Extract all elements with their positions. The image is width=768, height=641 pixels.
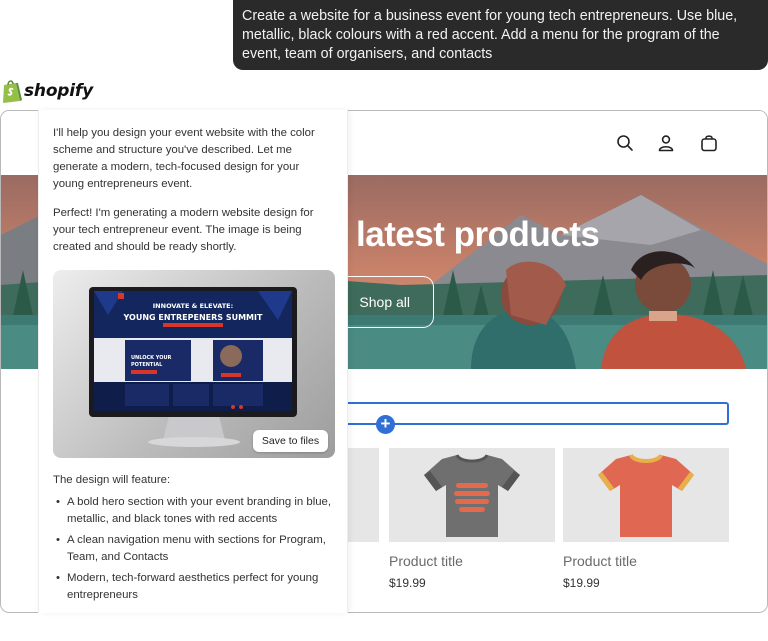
cart-icon[interactable] — [699, 133, 719, 153]
features-list: A bold hero section with your event bran… — [53, 494, 333, 604]
chat-panel: I'll help you design your event website … — [38, 110, 348, 613]
product-card[interactable]: Product title $19.99 — [563, 448, 729, 590]
shop-all-button[interactable]: Shop all — [335, 276, 434, 328]
feature-item: A clean navigation menu with sections fo… — [53, 532, 333, 566]
tshirt-icon — [424, 454, 520, 537]
product-title[interactable]: Product title — [389, 553, 555, 569]
search-icon[interactable] — [615, 133, 635, 153]
image-headline-main: YOUNG ENTREPENERS SUMMIT — [123, 313, 263, 322]
generated-design-image[interactable]: INNOVATE & ELEVATE: YOUNG ENTREPENERS SU… — [53, 270, 335, 458]
image-card-line1: UNLOCK YOUR — [131, 355, 172, 361]
save-to-files-button[interactable]: Save to files — [253, 430, 328, 452]
shopify-wordmark: shopify — [24, 81, 93, 101]
product-price: $19.99 — [563, 576, 600, 590]
add-section-button[interactable]: + — [376, 415, 395, 434]
shopify-logo: shopify — [1, 79, 93, 103]
product-title[interactable]: Product title — [563, 553, 729, 569]
hero-title: latest products — [356, 215, 600, 254]
tshirt-icon — [598, 453, 694, 537]
product-image[interactable] — [563, 448, 729, 542]
prompt-text: Create a website for a business event fo… — [242, 8, 738, 62]
feature-item: A bold hero section with your event bran… — [53, 494, 333, 528]
product-image[interactable] — [389, 448, 555, 542]
chat-message: I'll help you design your event website … — [53, 127, 315, 190]
chat-message: Perfect! I'm generating a modern website… — [53, 207, 314, 253]
product-card[interactable]: Product title $19.99 — [389, 448, 555, 590]
prompt-bubble: Create a website for a business event fo… — [233, 0, 768, 70]
product-price: $19.99 — [389, 576, 426, 590]
image-card-line2: POTENTIAL — [131, 362, 163, 368]
image-headline-top: INNOVATE & ELEVATE: — [153, 302, 233, 310]
feature-item: Modern, tech-forward aesthetics perfect … — [53, 570, 333, 604]
features-heading: The design will feature: — [53, 474, 171, 486]
account-icon[interactable] — [656, 133, 676, 153]
selected-section-outline — [336, 402, 729, 425]
shopify-bag-icon — [3, 80, 22, 103]
